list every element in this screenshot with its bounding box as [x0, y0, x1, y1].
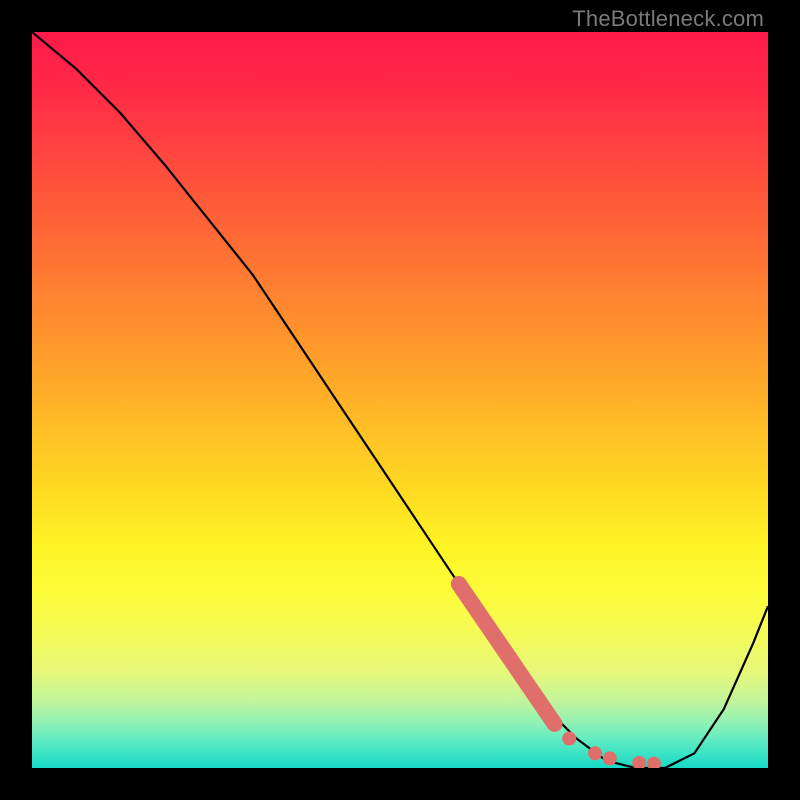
highlight-dot [588, 746, 602, 760]
watermark-text: TheBottleneck.com [572, 6, 764, 32]
highlight-dot [632, 756, 646, 768]
highlight-dots [562, 732, 661, 768]
highlight-dot [603, 751, 617, 765]
plot-area [32, 32, 768, 768]
chart-overlay [32, 32, 768, 768]
bottleneck-curve [32, 32, 768, 768]
highlight-dot [647, 757, 661, 768]
highlight-bar [459, 584, 555, 724]
highlight-dot [562, 732, 576, 746]
chart-frame: TheBottleneck.com [0, 0, 800, 800]
